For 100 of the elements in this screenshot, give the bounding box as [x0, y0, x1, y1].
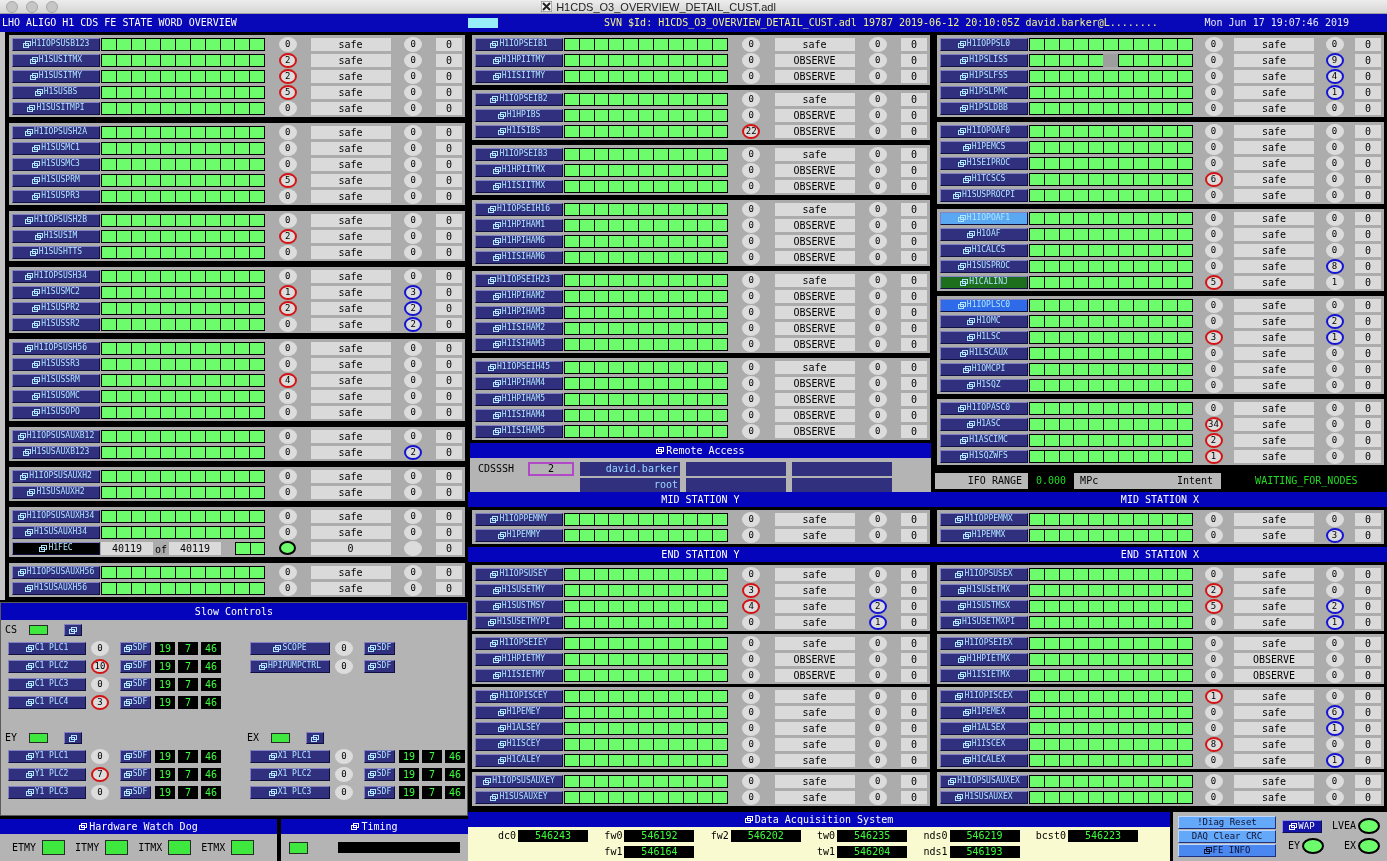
- model-button[interactable]: H1ISIHAM5: [475, 424, 563, 438]
- model-button[interactable]: H1IOPSEIEX: [940, 636, 1028, 650]
- plc-button[interactable]: X1 PLC3: [250, 785, 330, 799]
- model-button[interactable]: H1SUSOMC: [12, 389, 100, 403]
- model-button[interactable]: H1SUSETMY: [475, 583, 563, 597]
- model-button[interactable]: H1IOPSEIH23: [475, 273, 563, 287]
- model-button[interactable]: H1SUSAUXB123: [12, 445, 100, 459]
- sdf-button[interactable]: SDF: [120, 659, 151, 673]
- model-button[interactable]: H1IOPPSL0: [940, 37, 1028, 51]
- sdf-button[interactable]: SDF: [364, 767, 395, 781]
- model-button[interactable]: H1OAF: [940, 227, 1028, 241]
- command-button[interactable]: !Diag Reset: [1178, 816, 1276, 829]
- model-button[interactable]: H1IOPSUSAUXEX: [940, 774, 1028, 788]
- plc-button[interactable]: C1 PLC2: [8, 659, 86, 673]
- open-display-button[interactable]: [64, 732, 82, 744]
- model-button[interactable]: H1CALINJ: [940, 275, 1028, 289]
- model-button[interactable]: H1IOPSUSAUXH56: [12, 565, 100, 579]
- model-button[interactable]: H1PEMCS: [940, 140, 1028, 154]
- model-button[interactable]: H1SUSETMX: [940, 583, 1028, 597]
- sdf-button[interactable]: SDF: [364, 785, 395, 799]
- open-display-button[interactable]: [64, 624, 82, 636]
- model-button[interactable]: H1IOPSUSEY: [475, 567, 563, 581]
- model-button[interactable]: H1HPIITMY: [475, 53, 563, 67]
- model-button[interactable]: H1SUSAUXH2: [12, 485, 100, 499]
- model-button[interactable]: H1IOPLSC0: [940, 298, 1028, 312]
- model-button[interactable]: H1IOPSUSH56: [12, 341, 100, 355]
- model-button[interactable]: H1HPIHAM4: [475, 376, 563, 390]
- model-button[interactable]: H1IOPOAF0: [940, 124, 1028, 138]
- model-button[interactable]: H1SUSAUXEY: [475, 790, 563, 804]
- model-button[interactable]: H1SUSMC3: [12, 157, 100, 171]
- model-button[interactable]: H1ISIBS: [475, 124, 563, 138]
- model-button[interactable]: H1ASC: [940, 417, 1028, 431]
- model-button[interactable]: H1OMCPI: [940, 362, 1028, 376]
- model-button[interactable]: H1ISCEX: [940, 737, 1028, 751]
- model-button[interactable]: H1SUSAUXH34: [12, 525, 100, 539]
- sdf-button[interactable]: SDF: [120, 677, 151, 691]
- plc-button[interactable]: X1 PLC2: [250, 767, 330, 781]
- model-button[interactable]: H1IOPISCEX: [940, 689, 1028, 703]
- model-button[interactable]: H1HPIETMY: [475, 652, 563, 666]
- model-button[interactable]: H1PSLFSS: [940, 69, 1028, 83]
- model-button[interactable]: H1PEMMY: [475, 528, 563, 542]
- model-button[interactable]: H1SUSTMSX: [940, 599, 1028, 613]
- model-button[interactable]: H1IOPSEIH16: [475, 202, 563, 216]
- model-button[interactable]: H1SUSAUXEX: [940, 790, 1028, 804]
- model-button[interactable]: H1IOPPEMMY: [475, 512, 563, 526]
- model-button[interactable]: H1IOPSEIB2: [475, 92, 563, 106]
- model-button[interactable]: H1SUSPRM: [12, 173, 100, 187]
- model-button[interactable]: H1IOPSUSH34: [12, 269, 100, 283]
- model-button[interactable]: H1HPIHAM3: [475, 305, 563, 319]
- model-button[interactable]: H1SUSBS: [12, 85, 100, 99]
- model-button[interactable]: H1HPIETMX: [940, 652, 1028, 666]
- model-button[interactable]: H1HPIHAM2: [475, 289, 563, 303]
- model-button[interactable]: H1SUSMC1: [12, 141, 100, 155]
- plc-button[interactable]: C1 PLC4: [8, 695, 86, 709]
- model-button[interactable]: H1ISIHAM4: [475, 408, 563, 422]
- model-button[interactable]: H1SUSPR3: [12, 189, 100, 203]
- sdf-button[interactable]: SDF: [120, 767, 151, 781]
- model-button[interactable]: H1PEMEY: [475, 705, 563, 719]
- model-button[interactable]: H1ISIETMY: [475, 668, 563, 682]
- model-button[interactable]: H1IOPSEIB1: [475, 37, 563, 51]
- plc-button[interactable]: Y1 PLC2: [8, 767, 86, 781]
- model-button[interactable]: H1ALSEY: [475, 721, 563, 735]
- model-button[interactable]: H1SUSITMX: [12, 53, 100, 67]
- sdf-button[interactable]: SDF: [364, 749, 395, 763]
- model-button[interactable]: H1HPIBS: [475, 108, 563, 122]
- plc-button[interactable]: Y1 PLC3: [8, 785, 86, 799]
- sdf-button[interactable]: SDF: [120, 785, 151, 799]
- command-button[interactable]: DAQ Clear CRC: [1178, 830, 1276, 843]
- plc-button[interactable]: C1 PLC3: [8, 677, 86, 691]
- model-button[interactable]: H1SEIPROC: [940, 156, 1028, 170]
- model-button[interactable]: H1CALEY: [475, 753, 563, 767]
- sdf-button[interactable]: SDF: [364, 641, 395, 655]
- model-button[interactable]: H1IOPSUSH2A: [12, 125, 100, 139]
- sdf-button[interactable]: SDF: [364, 659, 395, 673]
- model-button[interactable]: H1SUSSR3: [12, 357, 100, 371]
- model-button[interactable]: H1CALCS: [940, 243, 1028, 257]
- plc-button[interactable]: C1 PLC1: [8, 641, 86, 655]
- model-button[interactable]: H1SUSPROCPI: [940, 188, 1028, 202]
- model-button[interactable]: H1LSCAUX: [940, 346, 1028, 360]
- open-display-button[interactable]: [306, 732, 324, 744]
- plc-button[interactable]: Y1 PLC1: [8, 749, 86, 763]
- model-button[interactable]: H1IOPSUSEX: [940, 567, 1028, 581]
- model-button[interactable]: H1SUSITMY: [12, 69, 100, 83]
- model-button[interactable]: H1SUSPR2: [12, 301, 100, 315]
- sdf-button[interactable]: SDF: [120, 641, 151, 655]
- model-button[interactable]: H1SUSHTTS: [12, 245, 100, 259]
- model-button[interactable]: H1SQZWFS: [940, 449, 1028, 463]
- model-button[interactable]: H1HPIHAM6: [475, 234, 563, 248]
- model-button[interactable]: H1SUSOPO: [12, 405, 100, 419]
- model-button[interactable]: H1SQZ: [940, 378, 1028, 392]
- model-button[interactable]: H1ISIHAM2: [475, 321, 563, 335]
- model-button[interactable]: H1ISCEY: [475, 737, 563, 751]
- model-button[interactable]: H1IOPSEIH45: [475, 360, 563, 374]
- model-button[interactable]: H1TCSCS: [940, 172, 1028, 186]
- model-button[interactable]: H1PSLPMC: [940, 85, 1028, 99]
- model-button[interactable]: H1ISIITMX: [475, 179, 563, 193]
- model-button[interactable]: H1IOPSEIB3: [475, 147, 563, 161]
- model-button[interactable]: H1IOPISCEY: [475, 689, 563, 703]
- model-button[interactable]: H1PSLISS: [940, 53, 1028, 67]
- model-button[interactable]: H1ISIHAM6: [475, 250, 563, 264]
